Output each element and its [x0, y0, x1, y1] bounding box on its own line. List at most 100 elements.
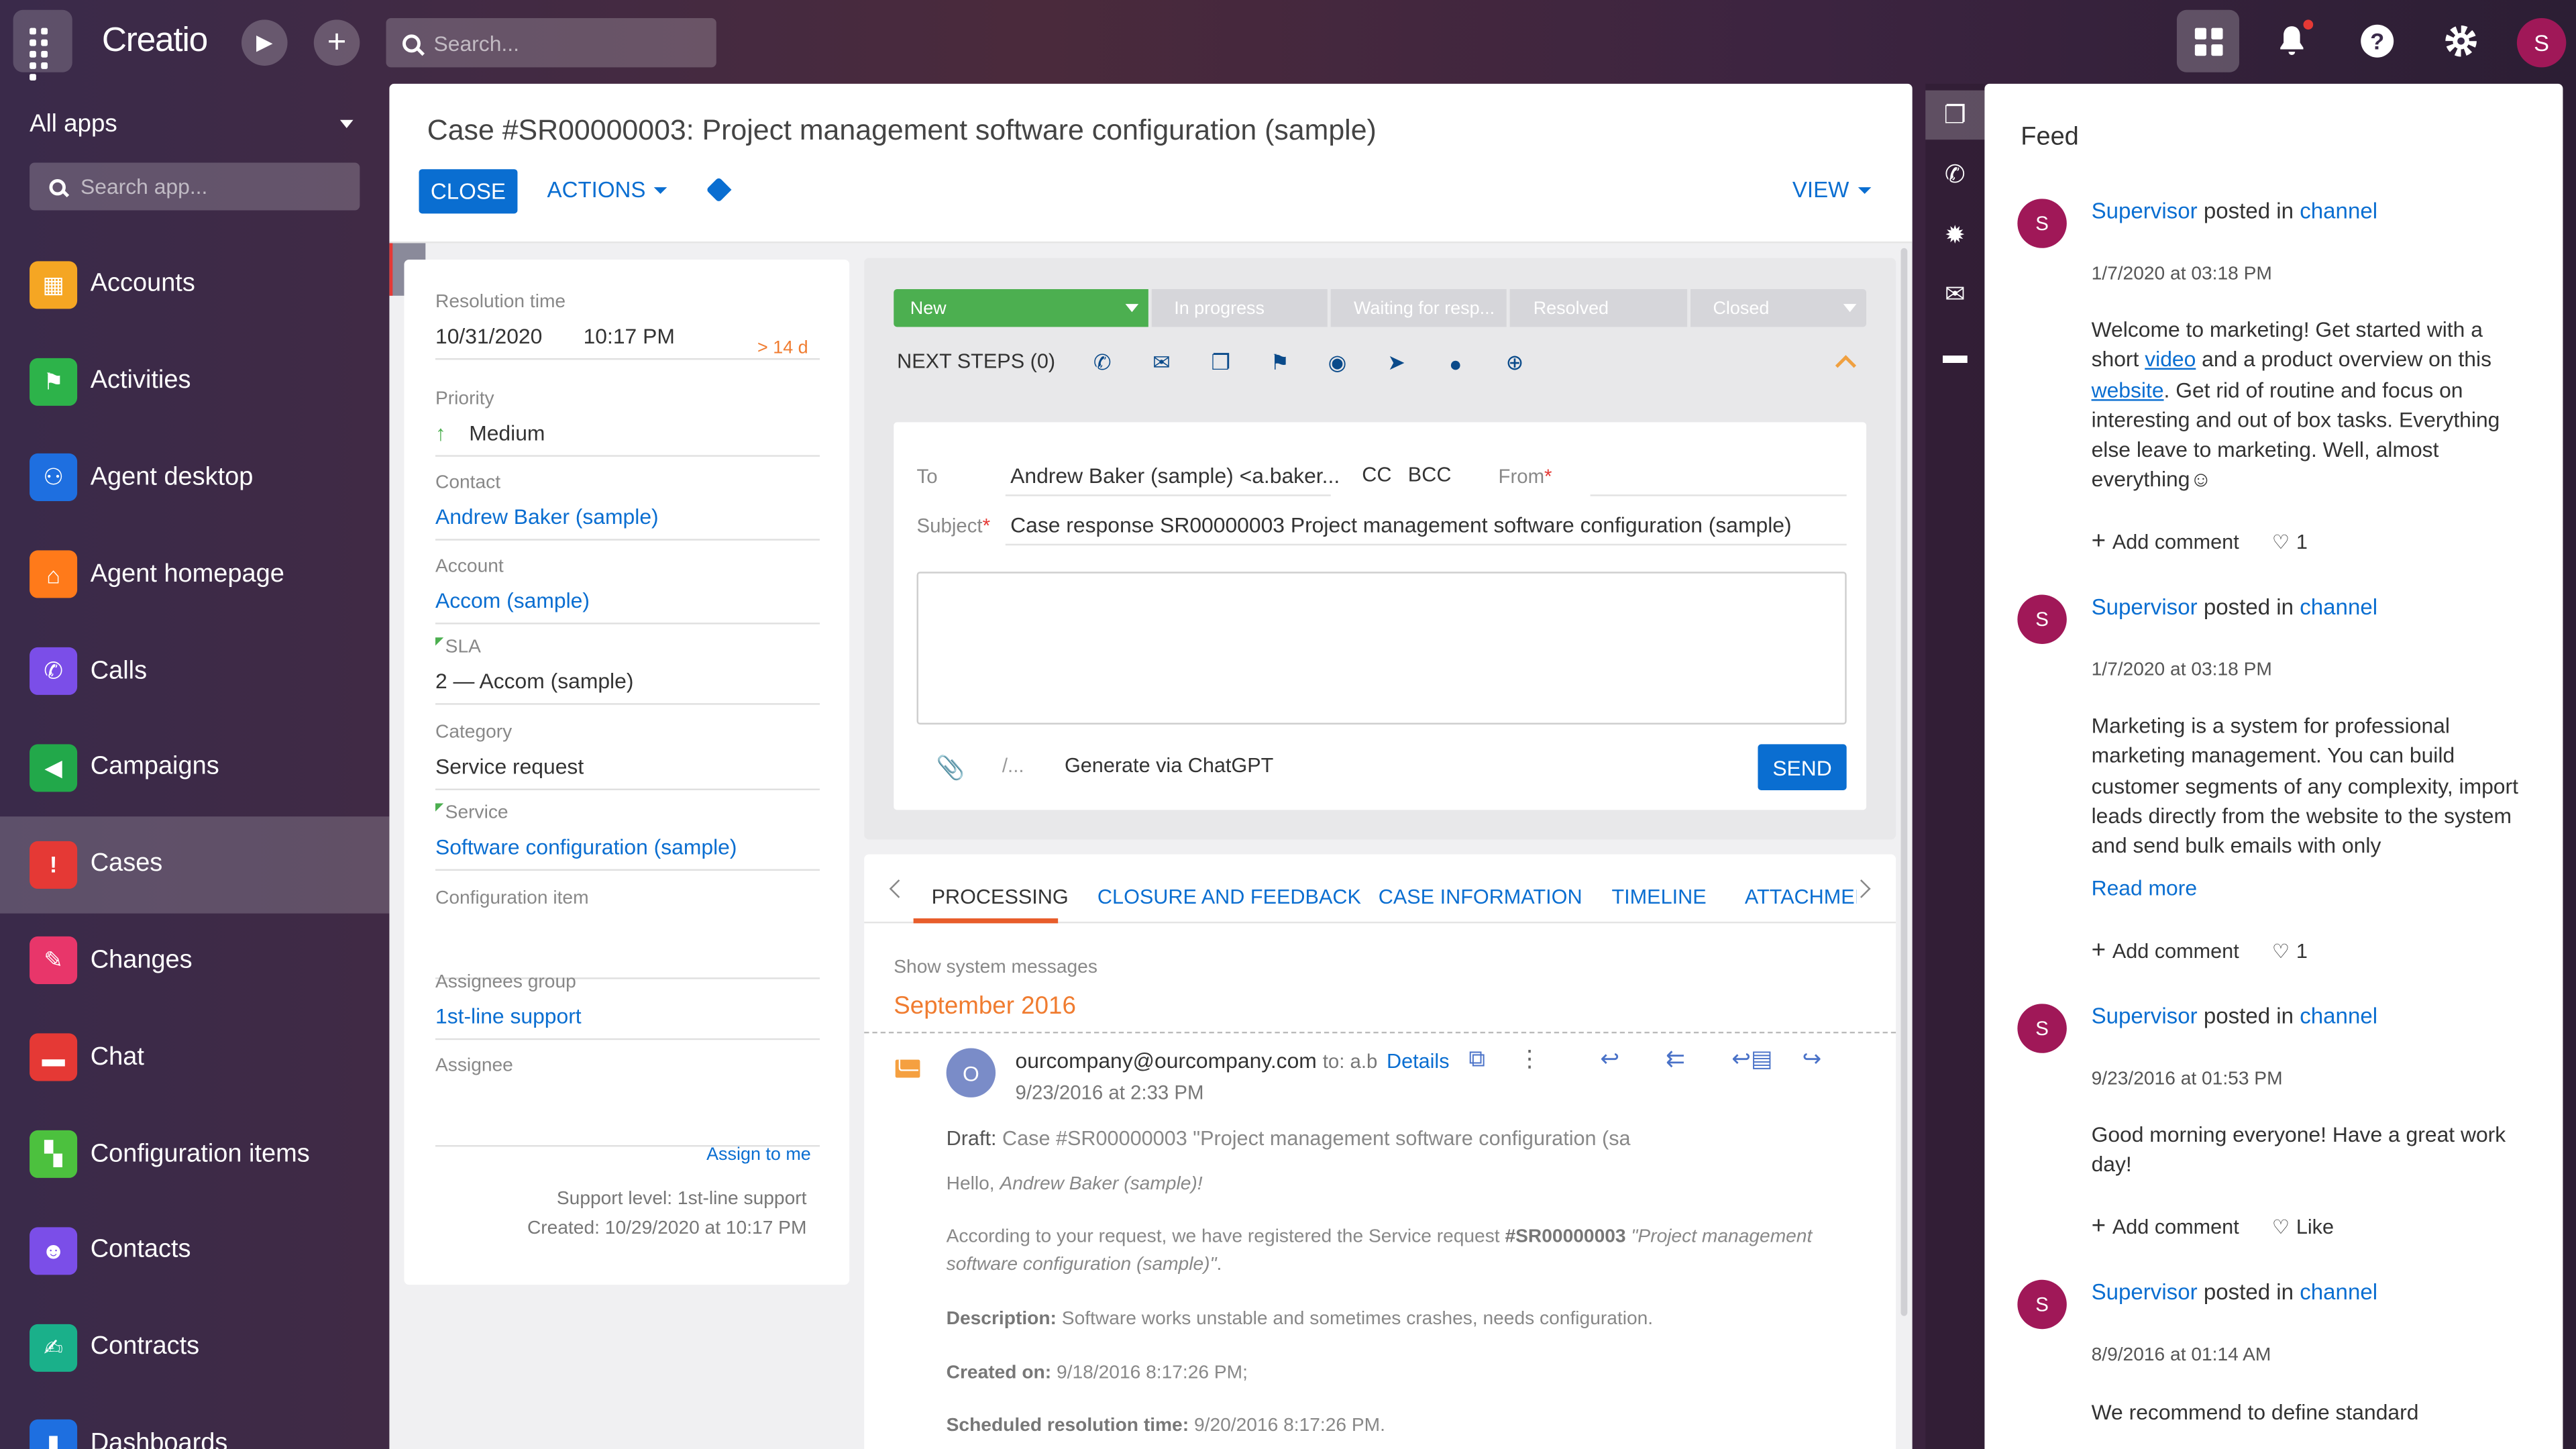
more-options-icon[interactable]: ⋮	[1518, 1045, 1541, 1073]
tab-case-information[interactable]: CASE INFORMATION	[1379, 885, 1582, 908]
assign-to-me-link[interactable]: Assign to me	[706, 1145, 811, 1165]
chevron-left-icon[interactable]	[889, 879, 908, 898]
sidebar-item-agent-homepage[interactable]: ⌂ Agent homepage	[0, 527, 389, 623]
sidebar-item-agent-desktop[interactable]: ⚇ Agent desktop	[0, 430, 389, 527]
author-link[interactable]: Supervisor	[2092, 595, 2198, 620]
chat-icon[interactable]: ▬	[1925, 330, 1984, 379]
add-comment-button[interactable]: Add comment	[2112, 531, 2239, 553]
plus-icon[interactable]: +	[2092, 527, 2106, 555]
tab-attachments[interactable]: ATTACHMEN	[1745, 885, 1857, 908]
heart-icon[interactable]: ♡	[2272, 1216, 2290, 1238]
chevron-up-icon[interactable]	[1835, 355, 1857, 376]
add-comment-button[interactable]: Add comment	[2112, 1216, 2239, 1238]
open-external-icon[interactable]: ⧉	[1468, 1045, 1485, 1073]
workplace-apps-icon[interactable]	[2176, 9, 2239, 72]
tab-processing[interactable]: PROCESSING	[932, 885, 1069, 908]
email-body-editor[interactable]	[916, 572, 1847, 725]
sla-value[interactable]: 2 — Accom (sample)	[435, 669, 820, 705]
reply-icon[interactable]: ↩	[1600, 1045, 1619, 1073]
plus-icon[interactable]: +	[2092, 1212, 2106, 1240]
actions-button[interactable]: ACTIONS	[547, 177, 667, 202]
account-link[interactable]: Accom (sample)	[435, 588, 820, 625]
sidebar-item-dashboards[interactable]: ▮ Dashboards	[0, 1396, 389, 1449]
whatsapp-icon[interactable]: ●	[1442, 350, 1468, 376]
send-button[interactable]: SEND	[1758, 744, 1847, 790]
play-icon[interactable]: ▶	[241, 19, 288, 66]
avatar[interactable]: S	[2017, 199, 2067, 248]
show-system-messages-link[interactable]: Show system messages	[894, 958, 1097, 977]
priority-value[interactable]: ↑ Medium	[435, 421, 820, 457]
assignees-group-link[interactable]: 1st-line support	[435, 1004, 820, 1040]
contact-link[interactable]: Andrew Baker (sample)	[435, 504, 820, 541]
sidebar-item-accounts[interactable]: ▦ Accounts	[0, 237, 389, 333]
tab-closure-and-feedback[interactable]: CLOSURE AND FEEDBACK	[1097, 885, 1361, 908]
forward-icon[interactable]: ↪	[1803, 1045, 1822, 1073]
global-search-input[interactable]: Search...	[386, 17, 716, 68]
app-launcher-icon[interactable]	[13, 9, 72, 81]
sidebar-item-contacts[interactable]: ☻ Contacts	[0, 1203, 389, 1299]
all-apps-selector[interactable]: All apps	[30, 110, 117, 138]
service-link[interactable]: Software configuration (sample)	[435, 835, 820, 871]
avatar[interactable]: S	[2017, 1279, 2067, 1330]
details-link[interactable]: Details	[1387, 1050, 1450, 1073]
close-button[interactable]: CLOSE	[419, 169, 518, 214]
phone-icon[interactable]: ✆	[1925, 150, 1984, 199]
avatar[interactable]: S	[2017, 1004, 2067, 1053]
sidebar-item-changes[interactable]: ✎ Changes	[0, 913, 389, 1010]
read-more-link[interactable]: Read more	[2092, 875, 2198, 900]
sidebar-item-contracts[interactable]: ✍ Contracts	[0, 1299, 389, 1396]
gear-icon[interactable]	[2430, 10, 2492, 72]
author-link[interactable]: Supervisor	[2092, 1280, 2198, 1305]
channel-link[interactable]: channel	[2300, 199, 2377, 223]
telegram-icon[interactable]: ➤	[1383, 350, 1409, 376]
cc-button[interactable]: CC	[1362, 464, 1391, 486]
scrollbar[interactable]	[1900, 248, 1908, 1316]
reply-all-icon[interactable]: ⇇	[1666, 1045, 1685, 1073]
channel-link[interactable]: channel	[2300, 1280, 2377, 1305]
flag-icon[interactable]: ⚑	[1267, 350, 1293, 376]
stage-new[interactable]: New	[894, 289, 1148, 327]
envelope-icon[interactable]: ✉	[1925, 270, 1984, 319]
user-avatar[interactable]: S	[2516, 17, 2567, 68]
stage-resolved[interactable]: Resolved	[1510, 289, 1687, 327]
heart-icon[interactable]: ♡	[2272, 531, 2290, 553]
tag-icon[interactable]	[706, 176, 732, 203]
channel-link[interactable]: channel	[2300, 1004, 2377, 1028]
messenger-icon[interactable]: ◉	[1324, 350, 1350, 376]
paperclip-icon[interactable]: 📎	[936, 754, 965, 782]
plus-icon[interactable]: +	[2092, 936, 2106, 965]
stage-waiting-for-resp[interactable]: Waiting for resp...	[1330, 289, 1507, 327]
author-link[interactable]: Supervisor	[2092, 199, 2198, 223]
to-input[interactable]: Andrew Baker (sample) <a.baker...	[1010, 464, 1340, 488]
avatar[interactable]: S	[2017, 594, 2067, 645]
help-icon[interactable]: ?	[2346, 10, 2408, 72]
author-link[interactable]: Supervisor	[2092, 1004, 2198, 1028]
feed-icon[interactable]: ❐	[1925, 90, 1985, 140]
stage-in-progress[interactable]: In progress	[1150, 289, 1328, 327]
website-link[interactable]: website	[2092, 377, 2164, 402]
channel-link[interactable]: channel	[2300, 595, 2377, 620]
call-icon[interactable]: ✆	[1089, 350, 1116, 376]
like-button[interactable]: Like	[2296, 1216, 2334, 1238]
signature-icon[interactable]: /...	[1002, 754, 1024, 777]
plus-icon[interactable]: +	[313, 19, 360, 66]
chat-icon[interactable]: ❐	[1208, 350, 1234, 376]
bell-icon[interactable]	[2261, 10, 2323, 72]
sidebar-item-cases[interactable]: ! Cases	[0, 816, 390, 913]
sidebar-item-campaigns[interactable]: ◀ Campaigns	[0, 720, 389, 816]
reply-attach-icon[interactable]: ↩▤	[1731, 1045, 1772, 1073]
stage-closed[interactable]: Closed	[1690, 289, 1867, 327]
subject-input[interactable]: Case response SR00000003 Project managem…	[1010, 513, 1791, 537]
chevron-down-icon[interactable]	[339, 119, 354, 129]
next-steps-label[interactable]: NEXT STEPS (0)	[897, 350, 1055, 373]
globe-icon[interactable]: ⊕	[1501, 350, 1527, 376]
video-link[interactable]: video	[2145, 347, 2196, 372]
heart-icon[interactable]: ♡	[2272, 940, 2290, 963]
bcc-button[interactable]: BCC	[1408, 464, 1452, 486]
view-button[interactable]: VIEW	[1792, 177, 1871, 202]
sidebar-item-configuration-items[interactable]: ▚ Configuration items	[0, 1106, 389, 1203]
add-comment-button[interactable]: Add comment	[2112, 940, 2239, 963]
gear-icon[interactable]: ✹	[1925, 210, 1984, 259]
email-icon[interactable]: ✉	[1148, 350, 1175, 376]
from-input[interactable]	[1590, 494, 1847, 496]
